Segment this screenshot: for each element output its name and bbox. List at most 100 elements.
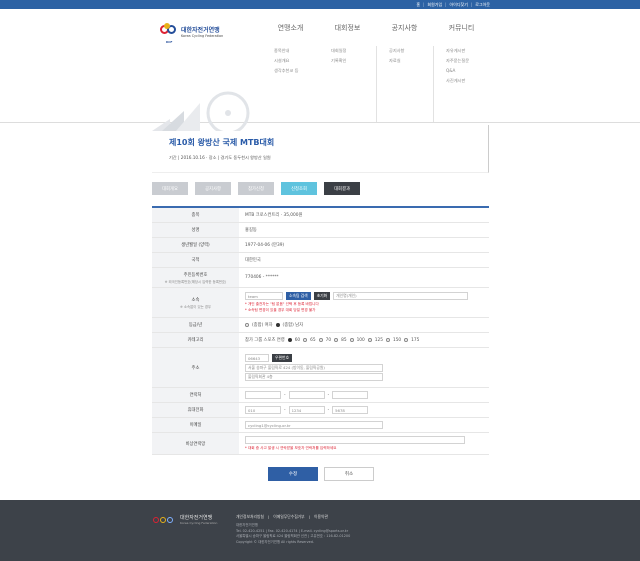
sub-item[interactable]: 자주묻는질문 bbox=[446, 56, 490, 66]
nav-about[interactable]: 연맹소개 bbox=[262, 23, 319, 33]
tab-check[interactable]: 신청조회 bbox=[281, 182, 317, 195]
terms-link[interactable]: 이용약관 bbox=[314, 514, 328, 520]
utility-links: 홈 | 회원가입 | 아이디찾기 | 로그아웃 bbox=[416, 0, 490, 9]
field-label: 휴대전화 bbox=[152, 403, 239, 417]
logo-korean: 대한자전거연맹 bbox=[181, 26, 220, 34]
tab-overview[interactable]: 대회개요 bbox=[152, 182, 188, 195]
field-label: 이메일 bbox=[152, 418, 239, 432]
sub-item[interactable]: 자유게시판 bbox=[446, 46, 490, 56]
tab-notice[interactable]: 공지사항 bbox=[195, 182, 231, 195]
sub-item[interactable]: Q&A bbox=[446, 66, 490, 76]
class-radio[interactable] bbox=[349, 338, 354, 342]
team-warning-2: * 소속팀 변경이 있을 경우 대회 당일 변경 불가 bbox=[245, 308, 316, 312]
phone-part-1-input[interactable] bbox=[245, 391, 281, 399]
class-radio[interactable] bbox=[367, 338, 372, 342]
address-line-1-input[interactable]: 서울 송파구 올림픽로 424 (방이동, 올림픽공원) bbox=[245, 363, 383, 372]
grade-female-radio[interactable] bbox=[245, 323, 249, 327]
form-row-class: 카테고리 참가 그룹 스포츠 연령 60 65 70 85 100 125 15… bbox=[152, 333, 489, 348]
footer-info: 대한자전거연맹 Tel. 02-420-4251 | Fax. 02-420-4… bbox=[236, 523, 476, 545]
nav-community[interactable]: 커뮤니티 bbox=[433, 23, 490, 33]
logout-link[interactable]: 로그아웃 bbox=[475, 2, 490, 8]
class-radio[interactable] bbox=[334, 338, 339, 342]
logo-abbreviation: KCF bbox=[166, 40, 173, 44]
nav-notice[interactable]: 공지사항 bbox=[376, 23, 433, 33]
field-label: 카테고리 bbox=[152, 333, 239, 347]
application-form: 종목 MTB 크로스컨트리 · 35,000원 성명 홍길동 생년월일 (양력)… bbox=[152, 206, 489, 455]
site-logo[interactable]: 대한자전거연맹 Korea Cycling Federation KCF bbox=[158, 23, 224, 44]
class-radio[interactable] bbox=[404, 338, 409, 342]
class-option: 125 bbox=[374, 337, 383, 343]
class-option: 60 bbox=[294, 337, 301, 343]
footer-info-line: Copyright © 대한자전거연맹 All rights Reserved. bbox=[236, 539, 314, 544]
form-row-team: 소속 ※ 소속없이 있는 경우 team 소속팀 검색 초기화 개인명(개인) … bbox=[152, 288, 489, 318]
tab-results[interactable]: 대회결과 bbox=[324, 182, 360, 195]
form-row-grade: 등급/년 (종합) 여자 (종합) 남자 bbox=[152, 318, 489, 333]
sub-item[interactable]: 기록확인 bbox=[331, 56, 376, 66]
field-label: 소속 bbox=[191, 297, 200, 303]
nav-competition[interactable]: 대회정보 bbox=[319, 23, 376, 33]
mobile-part-1-input[interactable]: 010 bbox=[245, 406, 281, 414]
sub-item[interactable]: 시설개요 bbox=[274, 56, 319, 66]
team-name-input[interactable]: 개인명(개인) bbox=[333, 292, 469, 300]
cancel-button[interactable]: 취소 bbox=[324, 467, 374, 481]
field-note: ※ 외국인등록번호(해당시 입력한 등록번호) bbox=[164, 279, 227, 284]
sub-item[interactable]: 사진게시판 bbox=[446, 76, 490, 86]
emergency-warning: * 대회 중 사고 발생 시 연락받을 보호자 연락처를 입력하세요 bbox=[245, 445, 337, 450]
sub-col-notice: 공지사항 자료실 bbox=[376, 46, 433, 122]
team-reset-button[interactable]: 초기화 bbox=[313, 292, 331, 300]
class-option: 65 bbox=[310, 337, 316, 343]
emergency-contact-input[interactable] bbox=[245, 436, 465, 445]
sub-item[interactable]: 자료실 bbox=[389, 56, 433, 66]
team-search-button[interactable]: 소속팀 검색 bbox=[286, 292, 311, 300]
event-value: MTB 크로스컨트리 · 35,000원 bbox=[245, 213, 303, 218]
signup-link[interactable]: 회원가입 bbox=[427, 2, 442, 8]
team-input[interactable]: team bbox=[245, 292, 283, 300]
site-header: 대한자전거연맹 Korea Cycling Federation KCF 연맹소… bbox=[0, 9, 640, 131]
class-radio[interactable] bbox=[303, 338, 308, 342]
event-title: 제10회 왕방산 국제 MTB대회 bbox=[169, 138, 275, 147]
sub-item[interactable]: 종목안내 bbox=[274, 46, 319, 56]
mobile-part-2-input[interactable]: 1234 bbox=[288, 406, 325, 414]
footer-logo-icon bbox=[152, 515, 176, 525]
email-refusal-link[interactable]: 이메일무단수집거부 bbox=[273, 514, 304, 520]
phone-part-2-input[interactable] bbox=[288, 391, 325, 399]
address-line-2-input[interactable]: 올림픽회관 4층 bbox=[245, 373, 383, 381]
email-input[interactable]: cycling1@cycling.or.kr bbox=[245, 421, 383, 429]
sub-item[interactable]: 대회일정 bbox=[331, 46, 376, 56]
field-label: 생년월일 (양력) bbox=[152, 238, 239, 252]
form-row-email: 이메일 cycling1@cycling.or.kr bbox=[152, 418, 489, 433]
phone-part-3-input[interactable] bbox=[332, 391, 369, 399]
find-id-link[interactable]: 아이디찾기 bbox=[450, 2, 468, 8]
tab-apply[interactable]: 참가신청 bbox=[238, 182, 274, 195]
class-radio[interactable] bbox=[287, 338, 292, 342]
zip-search-button[interactable]: 우편번호 bbox=[272, 354, 292, 362]
separator: | bbox=[423, 2, 425, 7]
grade-option: (종합) 여자 bbox=[252, 323, 273, 328]
class-radio[interactable] bbox=[318, 338, 323, 342]
footer-logo: 대한자전거연맹 Korea Cycling Federation bbox=[152, 514, 217, 525]
submit-button[interactable]: 수정 bbox=[268, 467, 318, 481]
class-option: 100 bbox=[356, 337, 365, 343]
form-row-emergency: 비상연락망 * 대회 중 사고 발생 시 연락받을 보호자 연락처를 입력하세요 bbox=[152, 433, 489, 455]
event-tabs: 대회개요 공지사항 참가신청 신청조회 대회결과 bbox=[152, 182, 360, 195]
mobile-part-3-input[interactable]: 5678 bbox=[332, 406, 369, 414]
field-label: 연락처 bbox=[152, 388, 239, 402]
separator: | bbox=[445, 2, 447, 7]
home-link[interactable]: 홈 bbox=[416, 2, 420, 8]
grade-male-radio[interactable] bbox=[275, 323, 280, 327]
field-label: 비상연락망 bbox=[152, 433, 239, 454]
privacy-policy-link[interactable]: 개인정보처리방침 bbox=[236, 514, 264, 520]
zip-input[interactable]: 06643 bbox=[245, 354, 269, 362]
field-label: 주민등록번호 bbox=[183, 272, 208, 278]
form-row-nation: 국적 대한민국 bbox=[152, 253, 489, 268]
top-utility-bar: 홈 | 회원가입 | 아이디찾기 | 로그아웃 bbox=[0, 0, 640, 9]
site-footer: 대한자전거연맹 Korea Cycling Federation 개인정보처리방… bbox=[0, 500, 640, 561]
class-radio[interactable] bbox=[385, 338, 390, 342]
logo-english: Korea Cycling Federation bbox=[181, 33, 224, 38]
class-option: 85 bbox=[341, 337, 347, 343]
sub-item[interactable]: 공지사항 bbox=[389, 46, 433, 56]
sub-item[interactable]: 생각추천코 등 bbox=[274, 66, 319, 76]
separator: | bbox=[470, 2, 473, 7]
event-title-box: 제10회 왕방산 국제 MTB대회 기간 | 2016.10.16 · 장소 |… bbox=[152, 125, 489, 173]
class-option: 70 bbox=[325, 337, 332, 343]
